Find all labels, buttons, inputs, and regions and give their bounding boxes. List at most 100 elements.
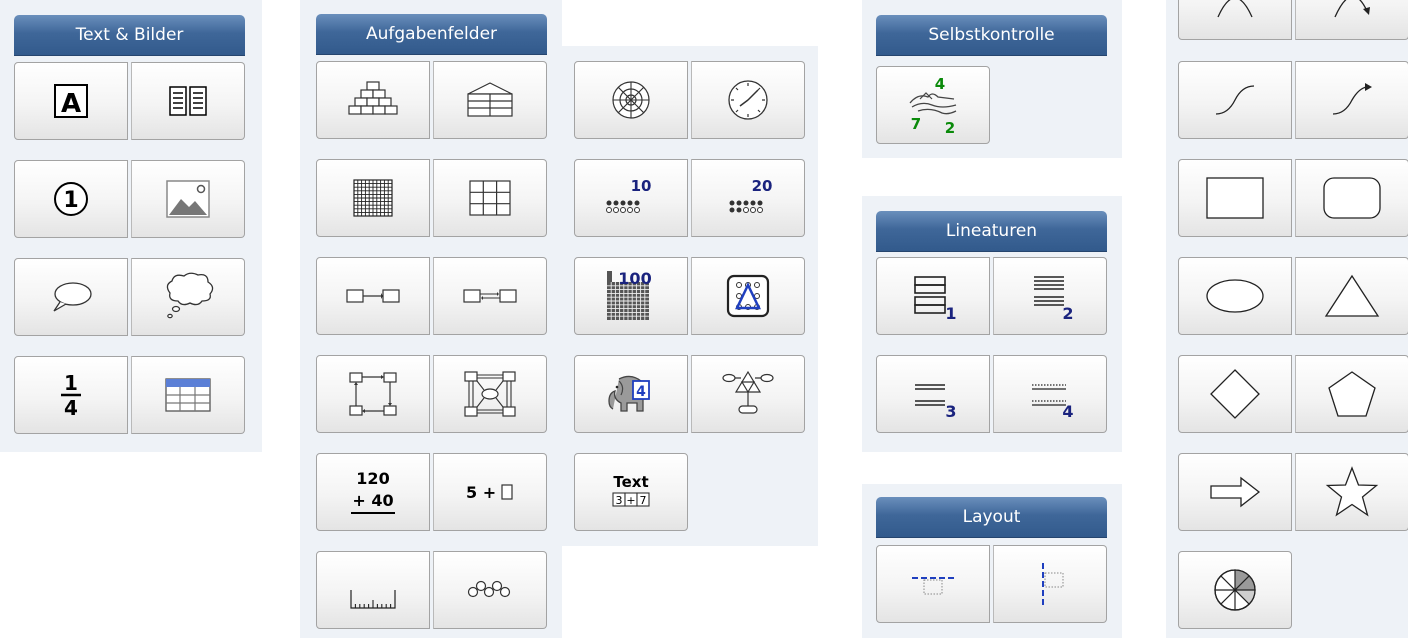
arrow-cycle-button[interactable]	[316, 355, 430, 433]
dot-field-20-icon: 20	[729, 177, 772, 213]
arrow-chain-button[interactable]	[316, 257, 430, 335]
dartboard-button[interactable]	[574, 61, 688, 139]
arc-icon	[1217, 0, 1253, 18]
rounded-rectangle-icon	[1323, 177, 1381, 219]
table-button[interactable]	[131, 356, 245, 434]
arc-arrow-button[interactable]	[1295, 0, 1408, 40]
clock-button[interactable]	[691, 61, 805, 139]
dots-20-button[interactable]: 20	[691, 159, 805, 237]
bead-chain-button[interactable]	[433, 551, 547, 629]
panel-header-layout: Layout	[876, 497, 1107, 537]
arc-button[interactable]	[1178, 0, 1292, 40]
svg-text:2: 2	[1062, 304, 1073, 323]
book-text-button[interactable]	[131, 62, 245, 140]
svg-text:1: 1	[64, 371, 78, 395]
rounded-rectangle-button[interactable]	[1295, 159, 1408, 237]
ellipse-icon	[1206, 279, 1264, 313]
elephant-number-button[interactable]: 4	[574, 355, 688, 433]
s-curve-arrow-button[interactable]	[1295, 61, 1408, 139]
svg-text:3: 3	[616, 494, 623, 507]
table-grid-button[interactable]	[433, 159, 547, 237]
panel-header-selbstkontrolle: Selbstkontrolle	[876, 15, 1107, 55]
block-arrow-button[interactable]	[1178, 453, 1292, 531]
ruler-icon	[350, 590, 396, 609]
self-check-icon: 4 7 2	[909, 75, 957, 137]
s-curve-arrow-icon	[1332, 83, 1372, 115]
text-a-icon: A	[54, 84, 88, 119]
written-calculation-button[interactable]: 120 + 40	[316, 453, 430, 531]
svg-text:7: 7	[640, 494, 647, 507]
svg-text:+: +	[626, 494, 635, 507]
textbox-button[interactable]: A	[14, 62, 128, 140]
geoboard-triangle-icon	[726, 274, 770, 318]
brick-wall-icon	[348, 81, 398, 115]
lineature-1-icon: 1	[914, 276, 957, 323]
s-curve-icon	[1215, 85, 1255, 115]
block-arrow-icon	[1210, 476, 1261, 508]
svg-text:4: 4	[1062, 402, 1073, 421]
triangle-icon	[1324, 274, 1380, 317]
numbered-circle-button[interactable]: 1	[14, 160, 128, 238]
clock-icon	[728, 80, 768, 120]
svg-text:5 +: 5 +	[466, 483, 496, 502]
hundred-grid-button[interactable]	[316, 159, 430, 237]
fraction-icon: 1 4	[61, 371, 81, 419]
panel-header-aufgabenfelder: Aufgabenfelder	[316, 14, 547, 54]
vertical-guide-button[interactable]	[993, 545, 1107, 623]
geoboard-button[interactable]	[691, 257, 805, 335]
double-arrow-box-chain-icon	[463, 289, 517, 303]
vertical-guide-icon	[1042, 563, 1064, 605]
number-house-button[interactable]	[433, 61, 547, 139]
number-wall-button[interactable]	[316, 61, 430, 139]
thought-bubble-icon	[166, 272, 214, 319]
image-button[interactable]	[131, 160, 245, 238]
ellipse-button[interactable]	[1178, 257, 1292, 335]
svg-text:Text: Text	[613, 473, 648, 491]
rectangle-icon	[1206, 177, 1264, 219]
fraction-button[interactable]: 1 4	[14, 356, 128, 434]
diamond-icon	[1210, 369, 1260, 419]
arrow-cycle-icon	[349, 372, 397, 416]
lines-1-button[interactable]: 1	[876, 257, 990, 335]
lines-4-button[interactable]: 4	[993, 355, 1107, 433]
star-button[interactable]	[1295, 453, 1408, 531]
pie-shape-button[interactable]	[1178, 551, 1292, 629]
svg-text:7: 7	[911, 115, 921, 133]
text-calculation-button[interactable]: Text 3 + 7	[574, 453, 688, 531]
triangle-button[interactable]	[1295, 257, 1408, 335]
rectangle-button[interactable]	[1178, 159, 1292, 237]
speech-bubble-button[interactable]	[14, 258, 128, 336]
svg-text:4: 4	[64, 396, 78, 419]
svg-text:10: 10	[631, 177, 652, 195]
dots-10-button[interactable]: 10	[574, 159, 688, 237]
shape-tree-button[interactable]	[691, 355, 805, 433]
column-addition-icon: 120 + 40	[351, 469, 395, 514]
dot-field-10-icon: 10	[606, 177, 652, 213]
svg-text:4: 4	[636, 384, 646, 400]
hundred-field-icon: 100	[607, 269, 652, 320]
diamond-button[interactable]	[1178, 355, 1292, 433]
table-icon	[165, 378, 211, 412]
lineature-4-icon: 4	[1032, 384, 1074, 421]
lines-3-button[interactable]: 3	[876, 355, 990, 433]
pie-circle-icon	[1214, 569, 1256, 611]
svg-text:4: 4	[935, 75, 945, 93]
thought-bubble-button[interactable]	[131, 258, 245, 336]
horizontal-guide-button[interactable]	[876, 545, 990, 623]
svg-text:100: 100	[618, 269, 651, 288]
grid-icon	[469, 180, 511, 216]
circled-number-icon: 1	[54, 182, 88, 216]
equation-box-icon: 5 +	[466, 483, 513, 502]
fine-grid-icon	[353, 179, 393, 217]
reverse-arrow-chain-button[interactable]	[433, 257, 547, 335]
shape-diagram-icon	[722, 370, 774, 414]
equation-button[interactable]: 5 +	[433, 453, 547, 531]
self-check-button[interactable]: 4 7 2	[876, 66, 990, 144]
pentagon-button[interactable]	[1295, 355, 1408, 433]
hundred-field-button[interactable]: 100	[574, 257, 688, 335]
ruler-button[interactable]	[316, 551, 430, 629]
svg-text:A: A	[61, 89, 81, 119]
s-curve-button[interactable]	[1178, 61, 1292, 139]
lines-2-button[interactable]: 2	[993, 257, 1107, 335]
arrow-cross-button[interactable]	[433, 355, 547, 433]
